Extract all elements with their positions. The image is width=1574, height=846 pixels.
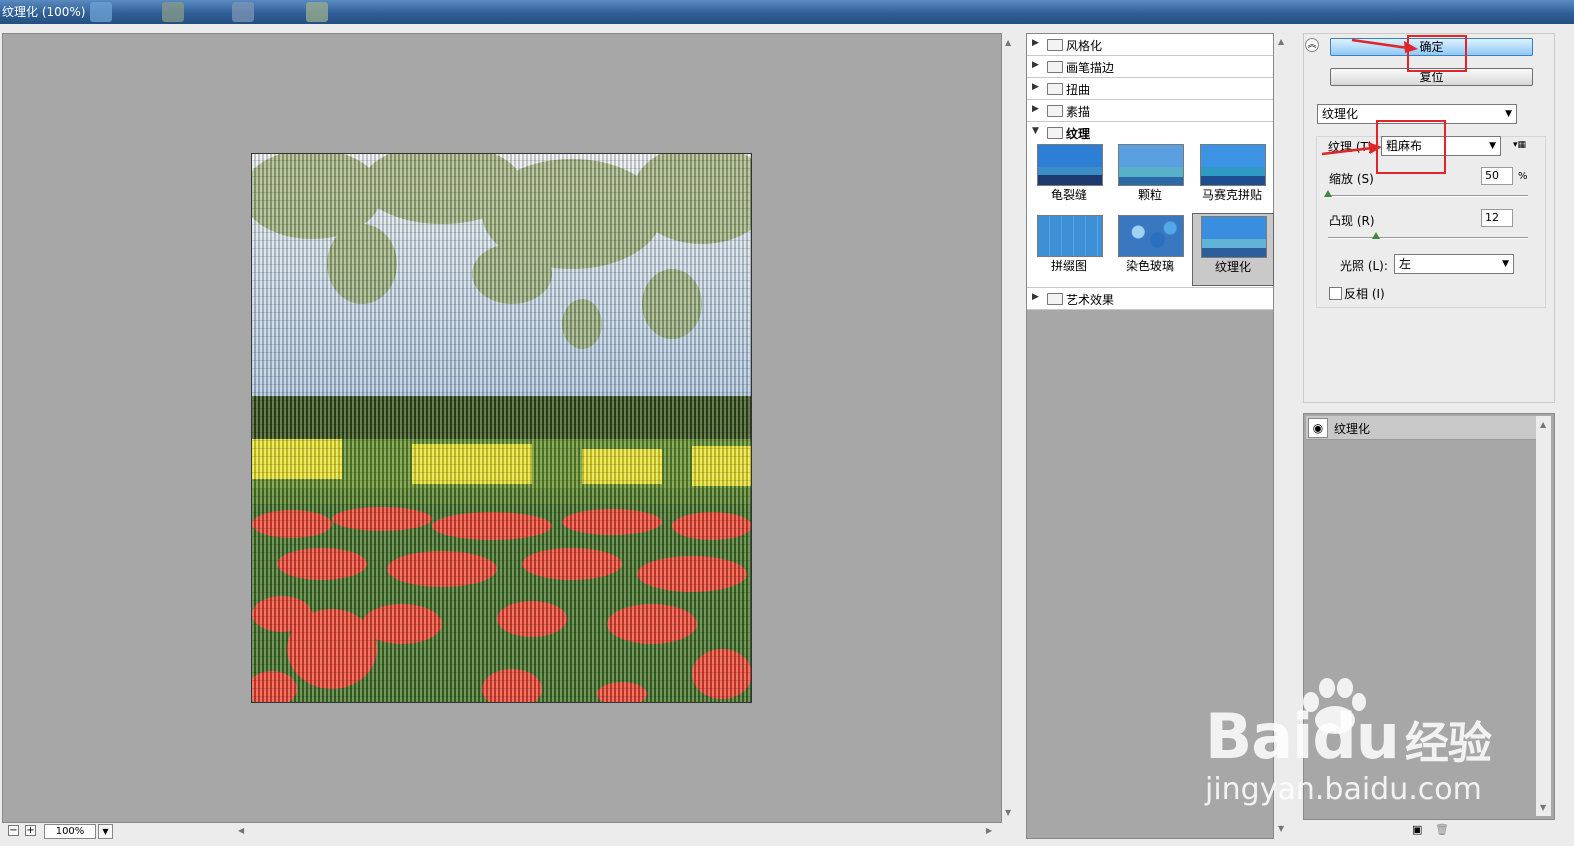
relief-slider[interactable] (1328, 237, 1528, 239)
expand-arrow-icon[interactable]: ▶ (1032, 104, 1039, 114)
category-label: 风格化 (1066, 39, 1103, 53)
filter-label: 染色玻璃 (1125, 259, 1174, 273)
title-bar: 纹理化 (100%) (0, 0, 1574, 24)
collapse-arrow-icon[interactable]: ▼ (1032, 126, 1039, 136)
category-label: 纹理 (1066, 127, 1091, 141)
dropdown-arrow-icon: ▼ (1505, 109, 1512, 119)
dropdown-arrow-icon: ▼ (1489, 141, 1496, 151)
filter-label: 龟裂缝 (1050, 188, 1087, 202)
scale-slider-thumb[interactable] (1324, 190, 1332, 197)
filter-label: 纹理化 (1214, 260, 1251, 274)
thumbnail-image (1200, 144, 1266, 186)
effect-layer-row[interactable]: 纹理化 (1306, 416, 1536, 440)
thumbnail-image (1118, 144, 1184, 186)
category-distort[interactable]: ▶ 扭曲 (1027, 78, 1273, 100)
filter-thumb-patchwork[interactable]: 拼缀图 (1029, 213, 1109, 279)
folder-icon (1047, 61, 1063, 73)
watermark-brand-cn: 经验 (1404, 718, 1492, 769)
scroll-down-icon[interactable]: ▼ (1005, 809, 1011, 817)
expand-arrow-icon[interactable]: ▶ (1032, 82, 1039, 92)
scale-unit: % (1518, 171, 1528, 182)
taskbar-app-icon[interactable] (232, 2, 254, 22)
filter-thumb-stained-glass[interactable]: 染色玻璃 (1110, 213, 1190, 279)
category-artistic[interactable]: ▶ 艺术效果 (1027, 287, 1273, 310)
category-label: 素描 (1066, 105, 1091, 119)
baidu-paw-icon (1303, 678, 1366, 734)
scroll-left-icon[interactable]: ◀ (238, 827, 244, 835)
open-folder-icon (1047, 127, 1063, 139)
scroll-up-icon[interactable]: ▲ (1540, 421, 1546, 429)
window-title: 纹理化 (100%) (2, 5, 86, 19)
preview-image[interactable] (251, 153, 752, 703)
folder-icon (1047, 293, 1063, 305)
scroll-up-icon[interactable]: ▲ (1278, 38, 1284, 46)
expand-arrow-icon[interactable]: ▶ (1032, 60, 1039, 70)
scroll-up-icon[interactable]: ▲ (1005, 39, 1011, 47)
relief-slider-thumb[interactable] (1372, 232, 1380, 239)
folder-icon (1047, 83, 1063, 95)
eye-visibility-icon[interactable]: ◉ (1308, 418, 1328, 438)
dropdown-arrow-icon: ▼ (1502, 259, 1509, 269)
light-select[interactable]: 左 ▼ (1394, 254, 1514, 274)
effect-layer-label: 纹理化 (1334, 422, 1371, 436)
filter-label: 拼缀图 (1050, 259, 1087, 273)
folder-icon (1047, 105, 1063, 117)
zoom-in-button[interactable]: + (25, 825, 36, 836)
thumbnail-image (1037, 144, 1103, 186)
filter-label: 颗粒 (1137, 188, 1162, 202)
zoom-dropdown-icon[interactable]: ▼ (98, 824, 113, 839)
category-label: 艺术效果 (1066, 293, 1115, 307)
preview-horizontal-scrollbar[interactable]: ◀ ▶ (234, 824, 1002, 838)
watermark-url: jingyan.baidu.com (1205, 772, 1482, 807)
invert-checkbox[interactable] (1329, 287, 1342, 300)
category-label: 画笔描边 (1066, 61, 1115, 75)
category-brush-strokes[interactable]: ▶ 画笔描边 (1027, 56, 1273, 78)
scroll-down-icon[interactable]: ▼ (1278, 825, 1284, 833)
annotation-arrow-icon (1351, 38, 1418, 53)
folder-icon (1047, 39, 1063, 51)
filter-thumb-grain[interactable]: 颗粒 (1110, 142, 1190, 208)
thumbnail-image (1118, 215, 1184, 257)
annotation-box-texture (1376, 120, 1446, 174)
zoom-out-button[interactable]: − (8, 825, 19, 836)
filter-label: 马赛克拼贴 (1201, 188, 1262, 202)
delete-effect-layer-icon[interactable]: 🗑 (1435, 823, 1449, 836)
scroll-right-icon[interactable]: ▶ (986, 827, 992, 835)
collapse-gallery-icon[interactable]: ︽ (1305, 38, 1319, 52)
expand-arrow-icon[interactable]: ▶ (1032, 292, 1039, 302)
scroll-down-icon[interactable]: ▼ (1540, 804, 1546, 812)
category-stylize[interactable]: ▶ 风格化 (1027, 34, 1273, 56)
texture-menu-icon[interactable]: ▾▦ (1513, 140, 1526, 150)
taskbar-app-icon[interactable] (162, 2, 184, 22)
filter-thumb-craquelure[interactable]: 龟裂缝 (1029, 142, 1109, 208)
zoom-level-field[interactable]: 100% (44, 824, 96, 839)
scale-slider[interactable] (1328, 195, 1528, 197)
taskbar-app-icon[interactable] (306, 2, 328, 22)
category-sketch[interactable]: ▶ 素描 (1027, 100, 1273, 122)
thumbnail-image (1037, 215, 1103, 257)
taskbar-app-icon[interactable] (90, 2, 112, 22)
relief-label: 凸现 (R) (1329, 214, 1375, 228)
light-label: 光照 (L): (1340, 259, 1388, 273)
annotation-arrow-icon (1321, 142, 1382, 156)
expand-arrow-icon[interactable]: ▶ (1032, 38, 1039, 48)
scale-label: 缩放 (S) (1329, 172, 1374, 186)
new-effect-layer-icon[interactable]: ▣ (1412, 823, 1422, 836)
thumbnail-image (1201, 216, 1267, 258)
textured-field-photo (252, 154, 751, 702)
layers-scrollbar[interactable]: ▲ ▼ (1536, 416, 1551, 816)
filter-select-value: 纹理化 (1322, 107, 1359, 121)
filter-thumb-mosaic-tiles[interactable]: 马赛克拼贴 (1192, 142, 1272, 208)
category-texture[interactable]: ▼ 纹理 (1027, 122, 1273, 143)
scale-value-field[interactable]: 50 (1481, 167, 1513, 185)
relief-value-field[interactable]: 12 (1481, 209, 1513, 227)
light-select-value: 左 (1399, 257, 1412, 271)
preview-vertical-scrollbar[interactable]: ▲ ▼ (1002, 33, 1016, 823)
category-label: 扭曲 (1066, 83, 1091, 97)
filter-thumb-texturizer[interactable]: 纹理化 (1192, 213, 1274, 286)
invert-label: 反相 (I) (1344, 287, 1385, 301)
